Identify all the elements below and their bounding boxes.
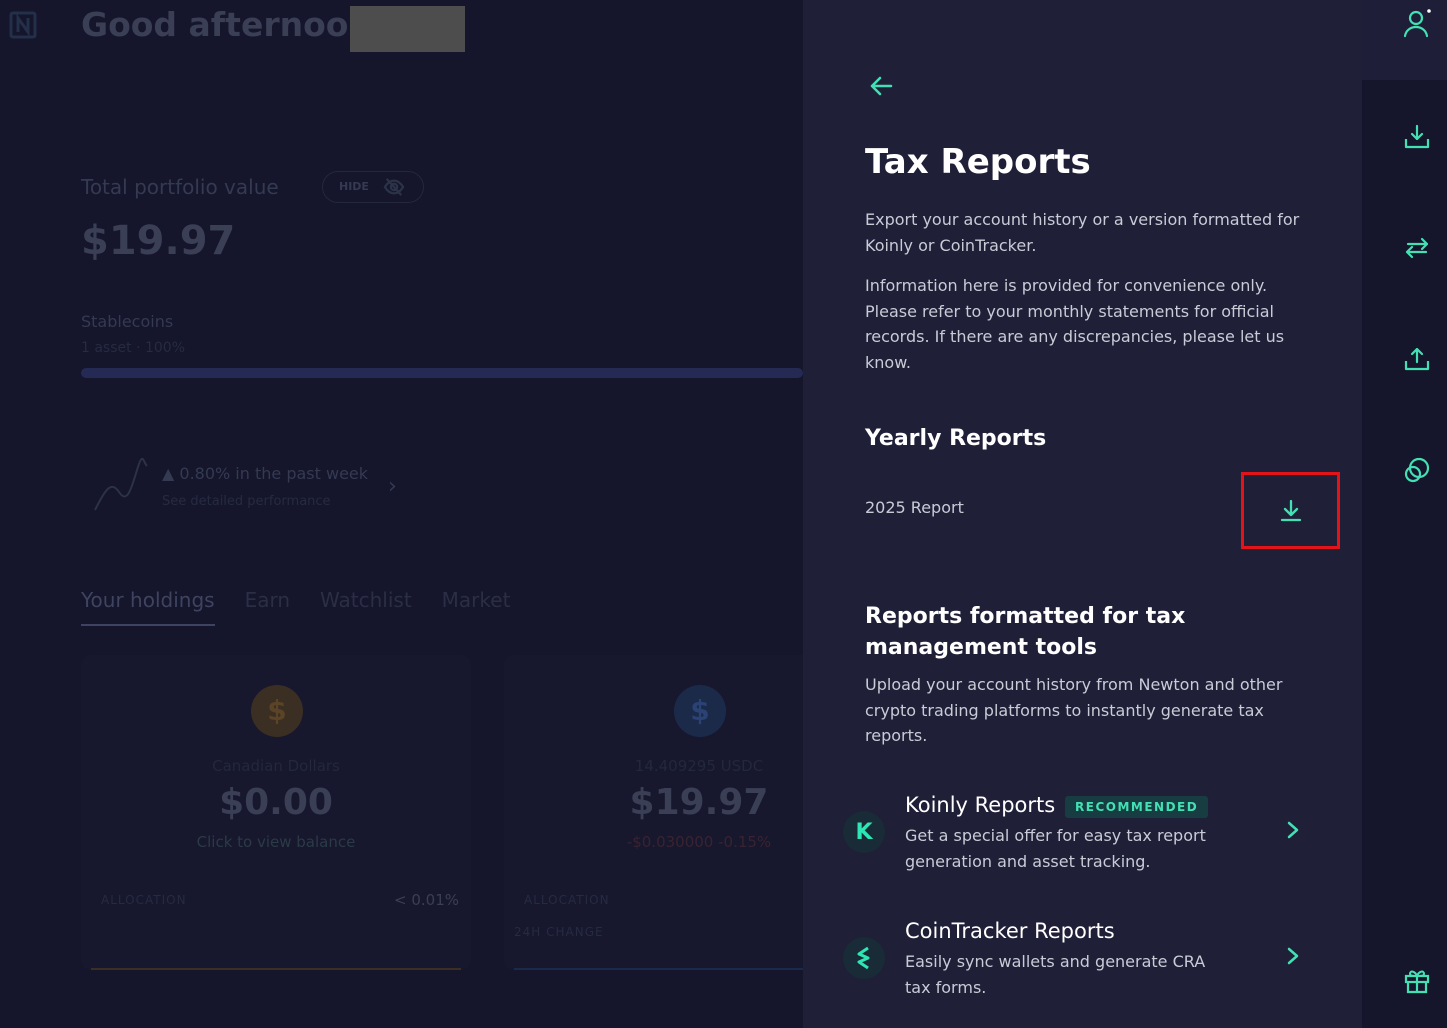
chat-icon[interactable] bbox=[1400, 453, 1434, 487]
performance-text[interactable]: ▲ 0.80% in the past week bbox=[162, 464, 368, 483]
change-label: 24H CHANGE bbox=[514, 925, 604, 939]
holding-subtext: Click to view balance bbox=[196, 833, 356, 851]
holding-card-usdc[interactable]: $ 14.409295 USDC $19.97 -$0.030000 -0.15… bbox=[504, 655, 803, 970]
right-icon-rail bbox=[1362, 0, 1447, 1028]
usdc-coin-icon: $ bbox=[674, 685, 726, 737]
performance-sparkline bbox=[94, 457, 148, 511]
greeting-heading: Good afternoon, bbox=[81, 5, 385, 44]
card-divider bbox=[91, 968, 461, 970]
tab-earn[interactable]: Earn bbox=[245, 588, 290, 626]
cointracker-reports-item[interactable]: CoinTracker Reports Easily sync wallets … bbox=[843, 919, 1303, 1009]
allocation-label: ALLOCATION bbox=[524, 893, 610, 907]
performance-subtext[interactable]: See detailed performance bbox=[162, 494, 331, 509]
eye-off-icon bbox=[383, 178, 405, 196]
newton-logo-icon bbox=[8, 10, 38, 40]
hide-balance-button[interactable]: HIDE bbox=[322, 171, 424, 203]
holding-balance: $19.97 bbox=[629, 782, 769, 823]
chevron-right-icon bbox=[1287, 947, 1299, 965]
redacted-username bbox=[350, 6, 465, 52]
withdraw-icon[interactable] bbox=[1400, 342, 1434, 376]
panel-disclaimer: Information here is provided for conveni… bbox=[865, 276, 1285, 372]
tool-name: Koinly Reports bbox=[905, 793, 1056, 817]
chevron-right-icon bbox=[1287, 821, 1299, 839]
tax-tools-heading: Reports formatted for tax management too… bbox=[865, 604, 1186, 660]
chevron-right-icon[interactable]: › bbox=[388, 474, 397, 499]
dollar-coin-icon: $ bbox=[251, 685, 303, 737]
allocation-label: ALLOCATION bbox=[101, 893, 187, 907]
total-portfolio-label: Total portfolio value bbox=[81, 175, 279, 199]
back-arrow-icon[interactable] bbox=[865, 70, 897, 102]
download-2025-report-button[interactable] bbox=[1241, 472, 1340, 549]
hide-label: HIDE bbox=[339, 180, 369, 193]
yearly-reports-heading: Yearly Reports bbox=[865, 426, 1047, 451]
dashboard-background: Good afternoon, Total portfolio value HI… bbox=[0, 0, 803, 1028]
page-title: Tax Reports bbox=[865, 142, 1091, 182]
transfer-icon[interactable] bbox=[1400, 231, 1434, 265]
allocation-value: < 0.01% bbox=[394, 891, 459, 909]
holding-subtext: -$0.030000 -0.15% bbox=[626, 833, 772, 851]
holding-name: Canadian Dollars bbox=[212, 757, 340, 775]
gift-icon[interactable] bbox=[1400, 963, 1434, 997]
assets-summary: 1 asset · 100% bbox=[81, 340, 186, 356]
deposit-icon[interactable] bbox=[1400, 120, 1434, 154]
koinly-logo-icon: K bbox=[843, 811, 885, 853]
report-label-2025: 2025 Report bbox=[865, 498, 964, 517]
tab-market[interactable]: Market bbox=[442, 588, 511, 626]
tab-watchlist[interactable]: Watchlist bbox=[320, 588, 412, 626]
card-divider bbox=[514, 968, 803, 970]
recommended-badge: RECOMMENDED bbox=[1065, 796, 1209, 818]
allocation-bar bbox=[81, 368, 803, 378]
user-icon[interactable] bbox=[1400, 6, 1434, 40]
tab-your-holdings[interactable]: Your holdings bbox=[81, 588, 215, 626]
holding-name: 14.409295 USDC bbox=[634, 757, 764, 775]
holdings-tabs: Your holdings Earn Watchlist Market bbox=[81, 588, 510, 626]
tool-description: Easily sync wallets and generate CRA tax… bbox=[905, 952, 1206, 997]
tool-name: CoinTracker Reports bbox=[905, 919, 1115, 943]
download-icon bbox=[1280, 499, 1301, 521]
stablecoins-label: Stablecoins bbox=[81, 312, 174, 331]
koinly-reports-item[interactable]: K Koinly Reports RECOMMENDED Get a speci… bbox=[843, 793, 1303, 883]
panel-description: Export your account history or a version… bbox=[865, 210, 1300, 255]
tax-reports-panel: Tax Reports Export your account history … bbox=[803, 0, 1362, 1028]
tax-tools-description: Upload your account history from Newton … bbox=[865, 675, 1283, 745]
tool-description: Get a special offer for easy tax report … bbox=[905, 826, 1206, 871]
portfolio-value: $19.97 bbox=[81, 218, 236, 264]
cointracker-logo-icon bbox=[843, 937, 885, 979]
holding-balance: $0.00 bbox=[219, 782, 333, 823]
holding-card-cad[interactable]: $ Canadian Dollars $0.00 Click to view b… bbox=[81, 655, 471, 970]
